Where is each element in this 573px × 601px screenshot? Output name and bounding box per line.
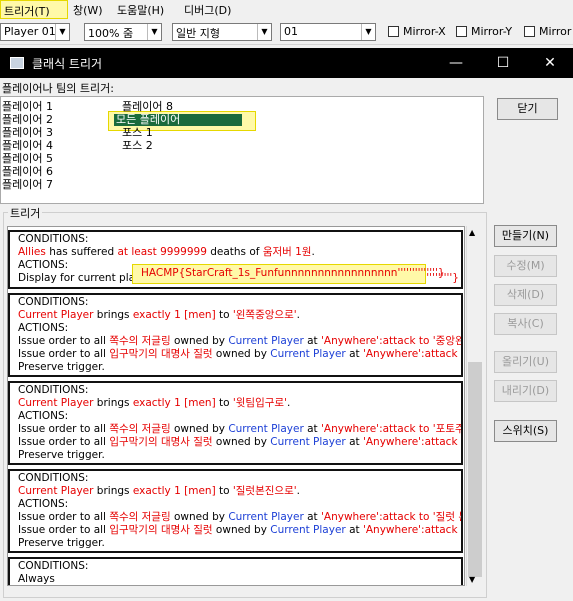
window-icon — [10, 57, 24, 69]
list-item-selected[interactable]: 모든 플레이어 — [114, 114, 242, 126]
list-item[interactable]: 플레이어 1 — [2, 100, 53, 113]
scroll-up-icon[interactable]: ▲ — [469, 228, 475, 237]
condition-line: Allies has suffered at least 9999999 dea… — [18, 246, 315, 258]
scroll-down-icon[interactable]: ▼ — [469, 575, 475, 584]
action-line: Issue order to all 입구막기의 대명사 질럿 owned by… — [18, 436, 461, 448]
new-trigger-button[interactable]: 만들기(N) — [494, 225, 557, 247]
menu-debug[interactable]: 디버그(D) — [184, 2, 231, 18]
actions-heading: ACTIONS: — [18, 498, 69, 510]
conditions-heading: CONDITIONS: — [18, 472, 89, 484]
layer-select-value: 01 — [284, 25, 298, 38]
action-line: Issue order to all 입구막기의 대명사 질럿 owned by… — [18, 348, 461, 360]
action-line: Issue order to all 쪽수의 저글링 owned by Curr… — [18, 335, 461, 347]
action-line: Preserve trigger. — [18, 361, 105, 373]
trigger-item[interactable]: CONDITIONS: Current Player brings exactl… — [8, 381, 463, 465]
mirror-y-checkbox[interactable]: Mirror-Y — [456, 25, 512, 38]
checkbox-icon — [388, 26, 399, 37]
highlighted-text: HACMP{StarCraft_1s_Funfunnnnnnnnnnnnnnnn… — [141, 267, 445, 279]
menu-help[interactable]: 도움말(H) — [117, 2, 164, 18]
close-button[interactable]: 닫기 — [497, 98, 558, 120]
checkbox-icon — [456, 26, 467, 37]
list-item[interactable]: 포스 1 — [122, 126, 173, 139]
action-line: Issue order to all 쪽수의 저글링 owned by Curr… — [18, 511, 461, 523]
zoom-select[interactable]: 100% 줌 ▼ — [84, 23, 162, 41]
menu-bar: 트리거(T) 창(W) 도움말(H) 디버그(D) — [0, 0, 573, 19]
conditions-heading: CONDITIONS: — [18, 296, 89, 308]
mirror-checkbox[interactable]: Mirror — [524, 25, 571, 38]
player-select[interactable]: Player 01 ▼ — [0, 23, 70, 41]
conditions-heading: CONDITIONS: — [18, 233, 89, 245]
action-line: Preserve trigger. — [18, 537, 105, 549]
mirror-label: Mirror — [539, 25, 572, 38]
scrollbar-thumb[interactable] — [468, 362, 482, 577]
trigger-item[interactable]: CONDITIONS: Current Player brings exactl… — [8, 469, 463, 553]
minimize-icon[interactable]: — — [446, 53, 466, 73]
delete-trigger-button[interactable]: 삭제(D) — [494, 284, 557, 306]
list-item[interactable]: 플레이어 5 — [2, 152, 53, 165]
copy-trigger-button[interactable]: 복사(C) — [494, 313, 557, 335]
chevron-down-icon: ▼ — [257, 24, 271, 40]
actions-heading: ACTIONS: — [18, 322, 69, 334]
action-line: Issue order to all 쪽수의 저글링 owned by Curr… — [18, 423, 461, 435]
conditions-heading: CONDITIONS: — [18, 560, 89, 572]
list-item[interactable]: 플레이어 2 — [2, 113, 53, 126]
mirror-x-label: Mirror-X — [403, 25, 446, 38]
triggers-label: 트리거 — [8, 205, 43, 221]
dialog-title: 클래식 트리거 — [32, 57, 103, 71]
player-select-value: Player 01 — [4, 25, 56, 38]
dialog-titlebar: 클래식 트리거 — ☐ ✕ — [0, 48, 573, 78]
action-line: Preserve trigger. — [18, 449, 105, 461]
chevron-down-icon: ▼ — [361, 24, 375, 40]
mirror-x-checkbox[interactable]: Mirror-X — [388, 25, 446, 38]
players-column-left: 플레이어 1 플레이어 2 플레이어 3 플레이어 4 플레이어 5 플레이어 … — [2, 100, 53, 191]
condition-line: Current Player brings exactly 1 [men] to… — [18, 485, 300, 497]
terrain-select-value: 일반 지형 — [176, 27, 220, 40]
move-down-button[interactable]: 내리기(D) — [494, 380, 557, 402]
condition-line: Always — [18, 573, 55, 585]
list-item[interactable]: 포스 2 — [122, 139, 173, 152]
conditions-heading: CONDITIONS: — [18, 384, 89, 396]
terrain-select[interactable]: 일반 지형 ▼ — [172, 23, 272, 41]
trigger-item[interactable]: CONDITIONS: Always — [8, 557, 463, 585]
chevron-down-icon: ▼ — [55, 24, 69, 40]
players-column-right: 플레이어 8 포스 1 포스 2 — [122, 100, 173, 152]
list-item[interactable]: 플레이어 8 — [122, 100, 173, 113]
switch-button[interactable]: 스위치(S) — [494, 420, 557, 442]
menu-trigger-label: 트리거(T) — [4, 5, 50, 18]
players-label: 플레이어나 팀의 트리거: — [2, 82, 114, 95]
mirror-y-label: Mirror-Y — [471, 25, 513, 38]
condition-line: Current Player brings exactly 1 [men] to… — [18, 309, 300, 321]
close-icon[interactable]: ✕ — [540, 53, 560, 73]
zoom-select-value: 100% 줌 — [88, 27, 134, 40]
list-item[interactable]: 플레이어 4 — [2, 139, 53, 152]
toolbar: Player 01 ▼ 100% 줌 ▼ 일반 지형 ▼ 01 ▼ Mirror-X M… — [0, 19, 573, 45]
chevron-down-icon: ▼ — [147, 24, 161, 40]
list-item[interactable]: 플레이어 3 — [2, 126, 53, 139]
trigger-item[interactable]: CONDITIONS: Current Player brings exactl… — [8, 293, 463, 377]
menu-trigger[interactable]: 트리거(T) — [0, 0, 68, 19]
action-line: Issue order to all 입구막기의 대명사 질럿 owned by… — [18, 524, 461, 536]
checkbox-icon — [524, 26, 535, 37]
actions-heading: ACTIONS: — [18, 410, 69, 422]
condition-line: Current Player brings exactly 1 [men] to… — [18, 397, 291, 409]
layer-select[interactable]: 01 ▼ — [280, 23, 376, 41]
list-item[interactable]: 플레이어 7 — [2, 178, 53, 191]
list-item[interactable]: 플레이어 6 — [2, 165, 53, 178]
move-up-button[interactable]: 올리기(U) — [494, 351, 557, 373]
maximize-icon[interactable]: ☐ — [493, 53, 513, 73]
menu-window[interactable]: 창(W) — [73, 2, 103, 18]
edit-trigger-button[interactable]: 수정(M) — [494, 255, 557, 277]
